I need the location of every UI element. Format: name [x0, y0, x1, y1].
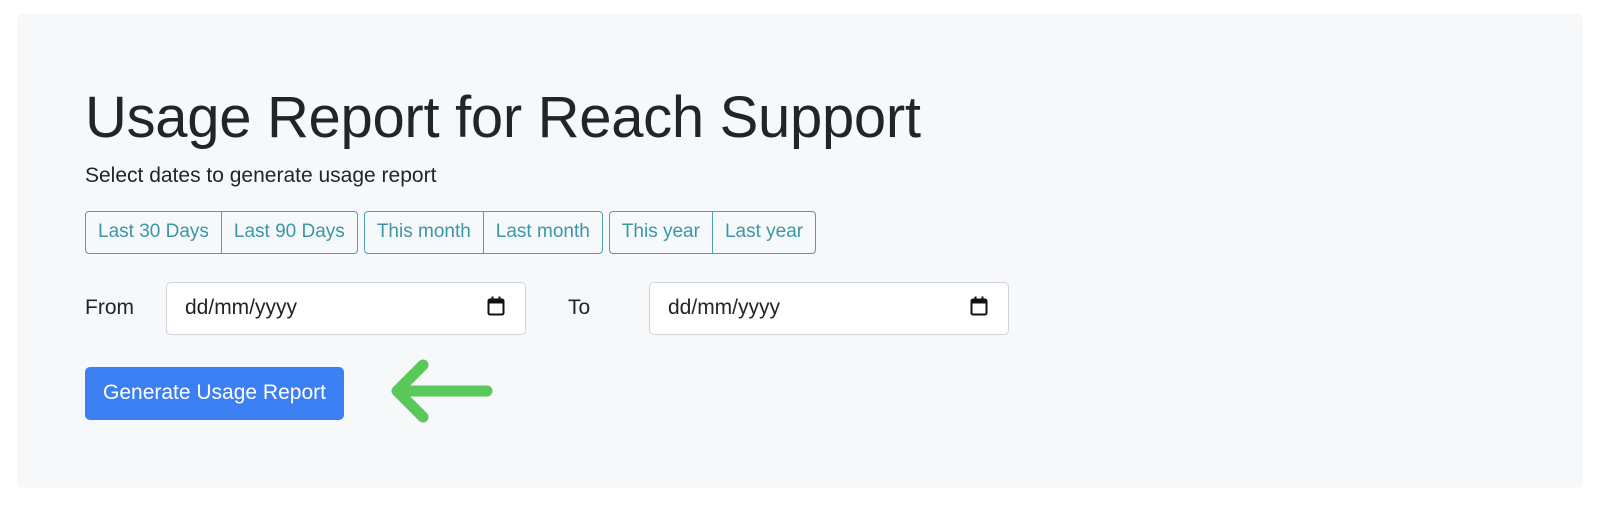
- to-date-input[interactable]: dd/mm/yyyy: [649, 281, 1009, 335]
- this-year-button[interactable]: This year: [608, 210, 713, 254]
- month-group: This month Last month: [363, 210, 603, 254]
- year-group: This year Last year: [608, 210, 817, 254]
- calendar-icon[interactable]: [970, 296, 988, 321]
- to-label: To: [568, 296, 591, 320]
- page-subtitle: Select dates to generate usage report: [85, 163, 437, 187]
- last-90-days-button[interactable]: Last 90 Days: [220, 210, 358, 254]
- calendar-icon[interactable]: [487, 296, 505, 321]
- page-title: Usage Report for Reach Support: [85, 85, 921, 150]
- from-date-input[interactable]: dd/mm/yyyy: [166, 281, 526, 335]
- rolling-days-group: Last 30 Days Last 90 Days: [85, 210, 358, 254]
- action-row: Generate Usage Report: [85, 357, 1525, 430]
- last-month-button[interactable]: Last month: [482, 210, 603, 254]
- from-label: From: [85, 296, 134, 320]
- left-arrow-icon: [389, 357, 493, 430]
- generate-report-button[interactable]: Generate Usage Report: [85, 366, 344, 420]
- report-panel: Usage Report for Reach Support Select da…: [17, 14, 1583, 488]
- this-month-button[interactable]: This month: [363, 210, 484, 254]
- report-content: Usage Report for Reach Support Select da…: [85, 86, 1525, 430]
- from-date-value: dd/mm/yyyy: [185, 296, 298, 320]
- quick-range-buttons: Last 30 Days Last 90 Days This month Las…: [85, 210, 1525, 254]
- last-year-button[interactable]: Last year: [711, 210, 817, 254]
- to-date-value: dd/mm/yyyy: [668, 296, 781, 320]
- date-range-row: From dd/mm/yyyy To dd/mm/yyyy: [85, 281, 1525, 335]
- last-30-days-button[interactable]: Last 30 Days: [85, 210, 222, 254]
